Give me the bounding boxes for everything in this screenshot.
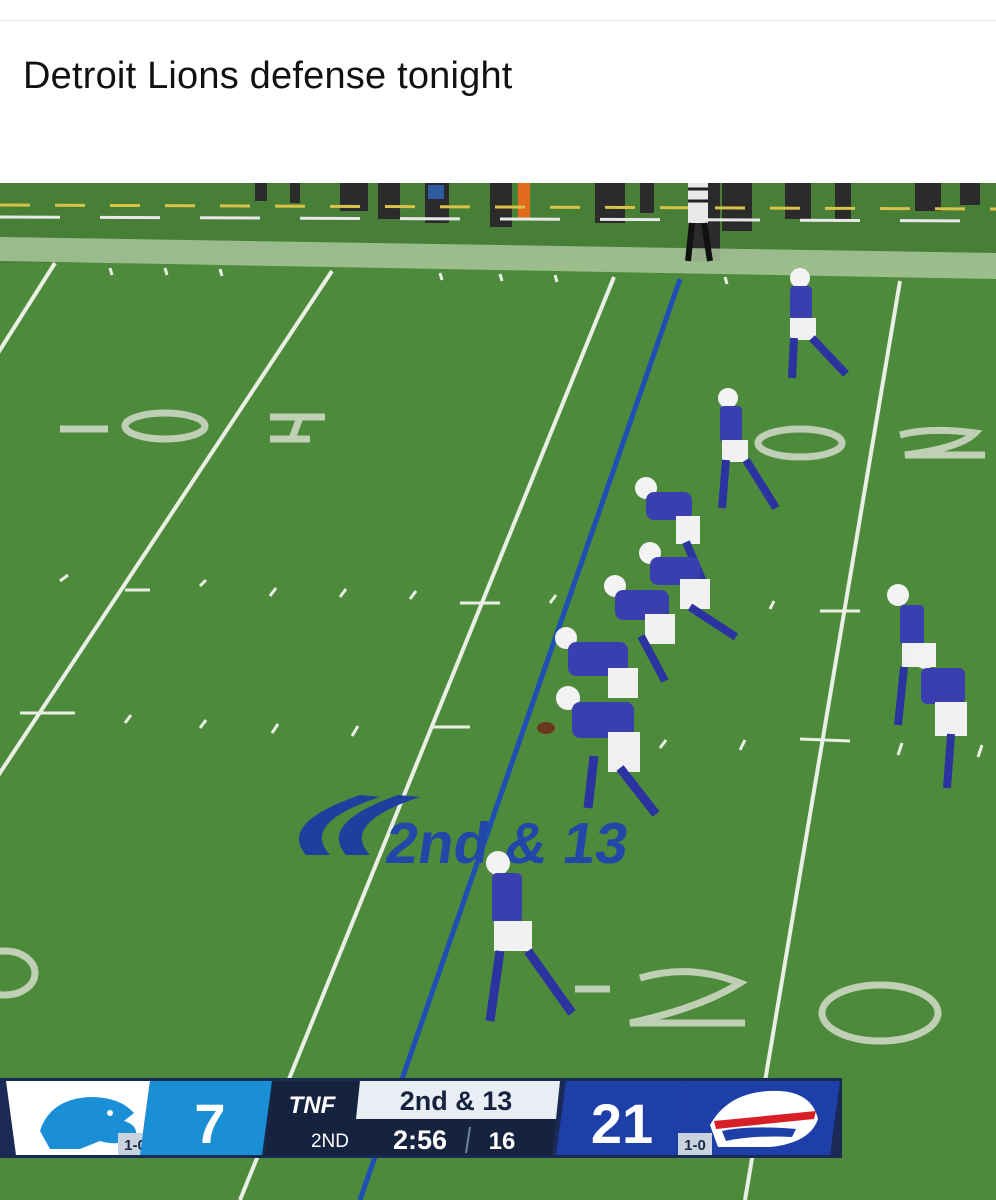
game-photo: 2nd & 13 1-0 7 TNF 2ND 2nd & 13 2:56 16 …: [0, 183, 996, 1200]
post-caption: Detroit Lions defense tonight: [23, 55, 513, 97]
clock-panel: [352, 1119, 556, 1155]
game-clock: 2:56: [393, 1125, 447, 1155]
away-record: 1-0: [684, 1137, 706, 1154]
score-bug: 1-0 7 TNF 2ND 2nd & 13 2:56 16 21 1-0: [0, 1078, 842, 1158]
turf: [0, 183, 996, 1200]
divider: [0, 20, 996, 21]
network-label: TNF: [289, 1092, 337, 1119]
away-score: 21: [591, 1092, 653, 1155]
quarter: 2ND: [311, 1131, 349, 1152]
home-score: 7: [194, 1092, 225, 1155]
play-clock: 16: [489, 1128, 516, 1155]
post-header: Detroit Lions defense tonight: [0, 0, 996, 183]
scorebug-down-distance: 2nd & 13: [400, 1086, 513, 1116]
football-field: 2nd & 13: [0, 183, 996, 1200]
